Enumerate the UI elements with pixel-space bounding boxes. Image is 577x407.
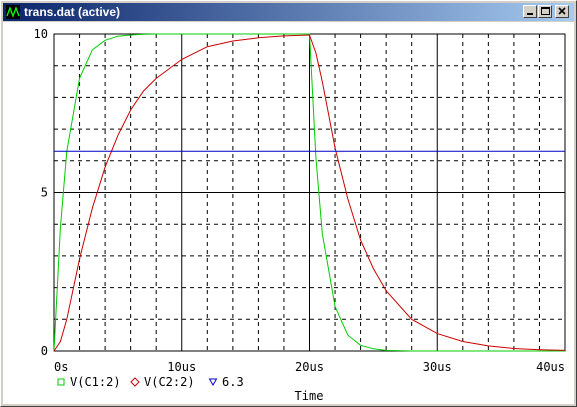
legend[interactable]: V(C1:2) V(C2:2) 6.3 <box>57 375 244 389</box>
legend-marker-square-icon <box>57 378 65 386</box>
plot-area[interactable]: 0s 10us 20us 30us 40us 0 5 10 V(C1:2) V(C2:2) 6.3… <box>3 22 574 404</box>
legend-label: V(C2:2) <box>144 375 195 389</box>
x-tick-label: 20us <box>295 360 324 374</box>
legend-label: 6.3 <box>222 375 244 389</box>
close-button[interactable] <box>555 5 569 18</box>
waveform-app-icon <box>6 5 20 19</box>
legend-marker-triangle-icon <box>208 378 218 386</box>
legend-label: V(C1:2) <box>70 375 121 389</box>
maximize-icon <box>541 7 550 15</box>
y-tick-label: 10 <box>34 27 48 41</box>
maximize-button[interactable] <box>538 5 552 18</box>
minimize-button[interactable] <box>523 5 537 18</box>
y-tick-label: 5 <box>41 186 48 200</box>
title-bar[interactable]: trans.dat (active) <box>3 3 574 21</box>
close-icon <box>558 7 566 15</box>
x-tick-label: 40us <box>536 360 565 374</box>
y-tick-label: 0 <box>41 344 48 358</box>
x-tick-label: 30us <box>423 360 452 374</box>
waveform-chart[interactable]: 0s 10us 20us 30us 40us 0 5 10 V(C1:2) V(C2:2) 6.3… <box>3 22 574 404</box>
minimize-icon <box>527 13 533 15</box>
window-title: trans.dat (active) <box>24 5 121 19</box>
x-tick-label: 0s <box>54 360 68 374</box>
x-axis-title: Time <box>295 389 324 403</box>
legend-marker-diamond-icon <box>130 377 140 387</box>
legend-item[interactable]: V(C1:2) <box>57 375 121 389</box>
x-tick-label: 10us <box>167 360 196 374</box>
legend-item[interactable]: 6.3 <box>208 375 244 389</box>
legend-item[interactable]: V(C2:2) <box>130 375 195 389</box>
probe-window[interactable]: trans.dat (active) 0s 10us 20us 30us 40us 0 5 1… <box>0 0 577 407</box>
